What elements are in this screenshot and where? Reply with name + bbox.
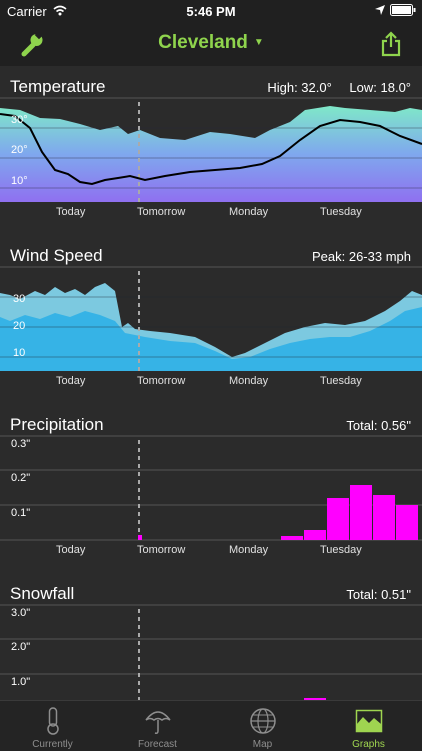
day-label-tuesday: Tuesday — [320, 206, 362, 218]
wind-speed-area — [0, 307, 422, 371]
snow-tick-3: 3.0" — [11, 607, 30, 619]
precip-bar — [281, 536, 303, 540]
precipitation-chart: 0.3" 0.2" 0.1" — [0, 435, 422, 541]
tab-bar: Currently Forecast Map Graphs — [0, 700, 422, 751]
snow-tick-2: 2.0" — [11, 641, 30, 653]
day-label-monday: Monday — [229, 206, 269, 218]
wind-speed-section: Wind Speed Peak: 26-33 mph 30 20 10 Toda… — [0, 235, 422, 387]
day-label-tuesday: Tuesday — [320, 544, 362, 556]
temperature-chart: 30° 20° 10° — [0, 96, 422, 202]
temperature-low: Low: 18.0° — [349, 80, 411, 95]
day-label-tuesday: Tuesday — [320, 375, 362, 387]
city-selector[interactable]: Cleveland ▼ — [0, 32, 422, 54]
globe-icon — [250, 708, 276, 734]
day-label-today: Today — [56, 206, 86, 218]
precip-tick-03: 0.3" — [11, 438, 30, 450]
share-icon[interactable] — [377, 30, 405, 58]
wind-tick-20: 20 — [13, 320, 25, 332]
day-label-monday: Monday — [229, 544, 269, 556]
tab-map[interactable]: Map — [210, 701, 315, 751]
thermometer-icon — [47, 707, 59, 735]
tab-graphs[interactable]: Graphs — [316, 701, 421, 751]
snowfall-title: Snowfall — [10, 584, 75, 603]
precip-bar — [396, 505, 418, 540]
graph-icon — [355, 709, 383, 733]
precip-tick-01: 0.1" — [11, 507, 30, 519]
tab-currently[interactable]: Currently — [0, 701, 105, 751]
precip-tick-02: 0.2" — [11, 472, 30, 484]
snowfall-section: Snowfall Total: 0.51" 3.0" 2.0" 1.0" — [0, 573, 422, 700]
chevron-down-icon: ▼ — [253, 37, 264, 49]
tab-label: Currently — [32, 739, 73, 750]
tab-label: Forecast — [138, 739, 177, 750]
day-label-today: Today — [56, 375, 86, 387]
wind-chart: 30 20 10 — [0, 266, 422, 371]
day-label-tomorrow: Tomorrow — [137, 206, 186, 218]
precipitation-section: Precipitation Total: 0.56" 0.3" 0.2" 0.1… — [0, 404, 422, 556]
status-bar: Carrier 5:46 PM — [0, 0, 422, 22]
temperature-tick-30: 30° — [11, 114, 28, 126]
wind-tick-10: 10 — [13, 347, 25, 359]
snowfall-total: Total: 0.51" — [346, 587, 411, 602]
precip-bar — [327, 498, 349, 540]
day-label-tomorrow: Tomorrow — [137, 375, 186, 387]
temperature-title: Temperature — [10, 77, 106, 96]
wind-peak: Peak: 26-33 mph — [311, 249, 411, 264]
temperature-section: Temperature High: 32.0° Low: 18.0° 30° 2… — [0, 66, 422, 218]
temperature-high: High: 32.0° — [267, 80, 332, 95]
temperature-stats: High: 32.0° Low: 18.0° — [267, 80, 411, 95]
precip-bar — [373, 495, 395, 540]
status-time: 5:46 PM — [186, 4, 236, 19]
day-label-monday: Monday — [229, 375, 269, 387]
wind-title: Wind Speed — [10, 246, 103, 265]
tab-forecast[interactable]: Forecast — [105, 701, 210, 751]
precipitation-title: Precipitation — [10, 415, 104, 434]
snowfall-chart: 3.0" 2.0" 1.0" — [0, 604, 422, 700]
tab-label: Map — [252, 739, 273, 750]
precip-bar — [138, 535, 142, 540]
temperature-tick-10: 10° — [11, 175, 28, 187]
location-arrow-icon — [375, 5, 385, 15]
nav-bar: Cleveland ▼ — [0, 22, 422, 66]
tab-label: Graphs — [352, 739, 385, 750]
snow-tick-1: 1.0" — [11, 676, 30, 688]
temperature-tick-20: 20° — [11, 144, 28, 156]
wind-tick-30: 30 — [13, 293, 25, 305]
precip-bar — [304, 530, 326, 540]
city-name: Cleveland — [158, 32, 248, 53]
day-label-today: Today — [56, 544, 86, 556]
day-label-tomorrow: Tomorrow — [137, 544, 186, 556]
umbrella-icon — [145, 711, 171, 734]
precip-bar — [350, 485, 372, 540]
battery-icon — [390, 4, 416, 16]
precipitation-total: Total: 0.56" — [346, 418, 411, 433]
